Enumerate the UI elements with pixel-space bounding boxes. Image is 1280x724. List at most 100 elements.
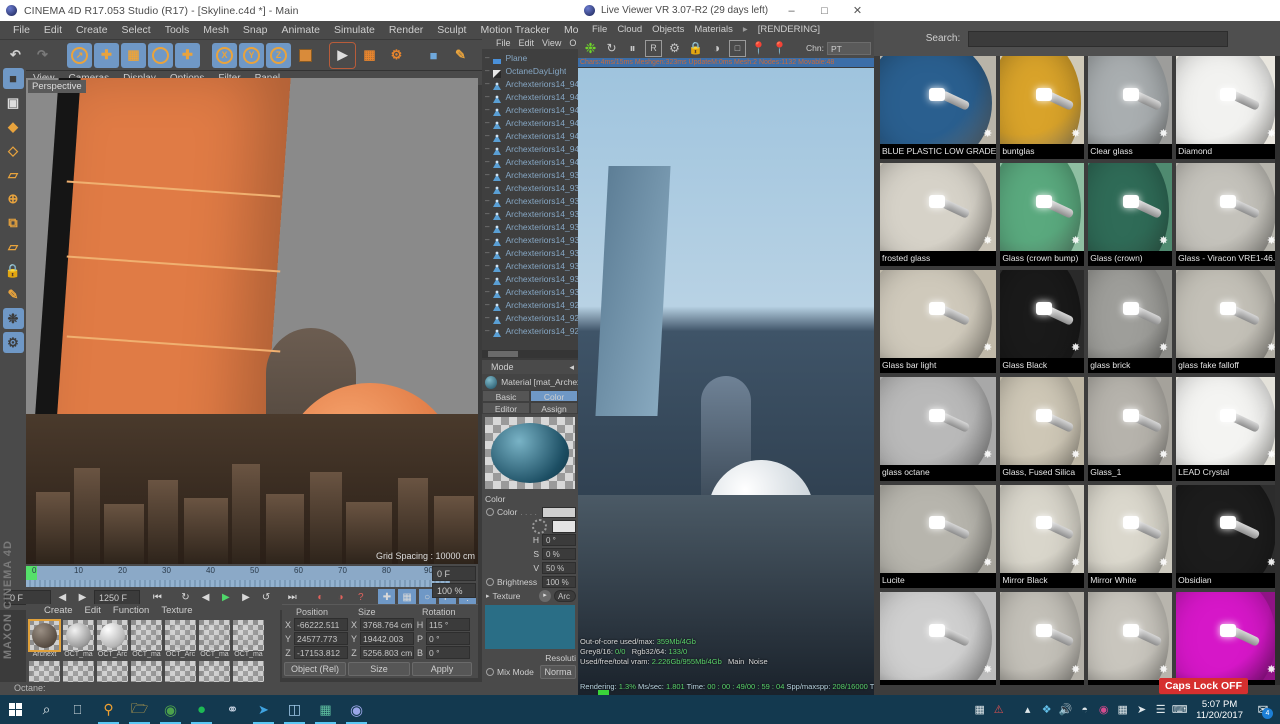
monitor-icon[interactable]: ▦ bbox=[1113, 695, 1132, 724]
tab-assign[interactable]: Assign bbox=[530, 402, 578, 414]
material-swatch[interactable]: OCT_ma bbox=[63, 620, 94, 658]
pause-render-icon[interactable]: ⏸ bbox=[624, 40, 641, 57]
rotate-tool[interactable] bbox=[148, 42, 173, 68]
position-x-field[interactable]: -66222.511 cm bbox=[294, 618, 348, 642]
object-tree-row[interactable]: – Archexteriors14_931 bbox=[482, 272, 578, 285]
menu-render[interactable]: Render bbox=[382, 21, 430, 40]
timeline-frame-readout[interactable]: 0 F bbox=[432, 566, 476, 581]
mode-arrow-icon[interactable]: ◂ bbox=[569, 362, 578, 373]
spline-pen-button[interactable]: ✎ bbox=[448, 42, 473, 68]
brightness-field[interactable]: 100 % bbox=[542, 576, 576, 588]
tree-expander-icon[interactable]: – bbox=[485, 248, 489, 257]
material-browser-item[interactable]: ✸ Glass, Fused Silica bbox=[1000, 377, 1085, 481]
object-manager-scrollbar[interactable] bbox=[482, 350, 578, 358]
render-view-button[interactable]: ▶ bbox=[329, 41, 356, 69]
color-radio-icon[interactable] bbox=[486, 508, 494, 516]
material-browser-item[interactable]: ✸ Glass (crown bump) bbox=[1000, 163, 1085, 267]
value-field[interactable]: 50 % bbox=[542, 562, 576, 574]
move-tool[interactable]: ✚ bbox=[94, 42, 119, 68]
redo-button[interactable]: ↷ bbox=[30, 42, 55, 68]
object-menu-view[interactable]: View bbox=[538, 38, 565, 48]
material-swatch[interactable]: OCT_Arc bbox=[165, 620, 196, 658]
saturation-field[interactable]: 0 % bbox=[542, 548, 576, 560]
render-region-button[interactable]: ▦ bbox=[357, 42, 382, 68]
focus-picker-icon[interactable]: 📍 bbox=[750, 40, 767, 57]
end-frame-field[interactable]: 1250 F bbox=[94, 590, 140, 605]
cube-primitive-button[interactable]: ■ bbox=[421, 42, 446, 68]
tree-expander-icon[interactable]: – bbox=[485, 53, 489, 62]
lv-menu-file[interactable]: File bbox=[587, 24, 612, 35]
material-browser-item[interactable]: ✸ Glass Black bbox=[1000, 270, 1085, 374]
spotify-app-icon[interactable]: ● bbox=[186, 695, 217, 724]
menu-snap[interactable]: Snap bbox=[236, 21, 275, 40]
material-browser-item[interactable]: ✸ LEAD Crystal bbox=[1176, 377, 1280, 481]
menu-tools[interactable]: Tools bbox=[158, 21, 197, 40]
browser-scrollbar[interactable] bbox=[1275, 56, 1280, 685]
live-render-image[interactable]: Out-of-core used/max: 359Mb/4Gb Grey8/16… bbox=[578, 68, 874, 695]
tray-language-icon[interactable]: ▦ bbox=[970, 695, 989, 724]
object-tree-row[interactable]: – Archexteriors14_940 bbox=[482, 155, 578, 168]
menu-animate[interactable]: Animate bbox=[274, 21, 327, 40]
object-tree-row[interactable]: – Archexteriors14_935 bbox=[482, 220, 578, 233]
keyboard-icon[interactable]: ⌨ bbox=[1170, 695, 1189, 724]
close-button[interactable]: ✕ bbox=[841, 0, 874, 21]
maximize-button[interactable]: □ bbox=[808, 0, 841, 21]
tree-expander-icon[interactable]: – bbox=[485, 92, 489, 101]
material-browser-item[interactable]: ✸ Diamond bbox=[1176, 56, 1280, 160]
material-browser-item[interactable]: ✸ Clear glass bbox=[1088, 56, 1173, 160]
object-menu-edit[interactable]: Edit bbox=[515, 38, 539, 48]
hue-field[interactable]: 0 ° bbox=[542, 534, 576, 546]
texture-dropdown-icon[interactable]: ▸ bbox=[539, 590, 551, 602]
object-tree-row[interactable]: – Archexteriors14_933 bbox=[482, 246, 578, 259]
chrome-app-icon[interactable]: ◉ bbox=[155, 695, 186, 724]
object-tree-row[interactable]: – Archexteriors14_930 bbox=[482, 285, 578, 298]
tree-expander-icon[interactable]: – bbox=[485, 144, 489, 153]
timeline-keyframe-strip[interactable] bbox=[26, 580, 450, 587]
color-swatch[interactable] bbox=[542, 506, 576, 518]
material-swatch[interactable]: OCT_Arc bbox=[97, 620, 128, 658]
object-tree-row[interactable]: – Archexteriors14_945 bbox=[482, 90, 578, 103]
settings-gear-icon[interactable]: ⚙ bbox=[666, 40, 683, 57]
minimize-button[interactable]: – bbox=[775, 0, 808, 21]
material-browser-item[interactable]: ✸ Glass (crown) bbox=[1088, 163, 1173, 267]
tree-expander-icon[interactable]: – bbox=[485, 274, 489, 283]
rotation-p-field[interactable]: 0 ° bbox=[426, 632, 470, 645]
object-tree-row[interactable]: – Archexteriors14_943 bbox=[482, 116, 578, 129]
object-tree-row[interactable]: – Archexteriors14_928 bbox=[482, 311, 578, 324]
tree-expander-icon[interactable]: – bbox=[485, 326, 489, 335]
model-mode-icon[interactable]: ■ bbox=[2, 68, 24, 89]
lv-menu-objects[interactable]: Objects bbox=[647, 24, 689, 35]
color-wheel-icon[interactable] bbox=[532, 518, 547, 534]
object-tree-row[interactable]: – Archexteriors14_932 bbox=[482, 259, 578, 272]
material-browser-item[interactable]: ✸ frosted glass bbox=[880, 163, 997, 267]
object-tree-row[interactable]: – Archexteriors14_937 bbox=[482, 194, 578, 207]
tree-expander-icon[interactable]: – bbox=[485, 157, 489, 166]
send-icon[interactable]: ➤ bbox=[1132, 695, 1151, 724]
edges-mode-icon[interactable]: ◇ bbox=[3, 140, 24, 161]
material-menu-texture[interactable]: Texture bbox=[155, 605, 198, 616]
menu-mesh[interactable]: Mesh bbox=[196, 21, 236, 40]
enable-axis-icon[interactable]: ⊕ bbox=[3, 188, 24, 209]
menu-edit[interactable]: Edit bbox=[37, 21, 69, 40]
object-tree-row[interactable]: – Archexteriors14_938 bbox=[482, 181, 578, 194]
octane-settings-icon[interactable]: ⚙ bbox=[2, 332, 24, 353]
size-z-field[interactable]: 5256.803 cm bbox=[360, 646, 414, 659]
texture-mode-icon[interactable]: ▣ bbox=[3, 92, 24, 113]
material-preview-icon[interactable]: ◑ bbox=[708, 40, 725, 57]
material-browser-item[interactable]: ✸ buntglas bbox=[1000, 56, 1085, 160]
tray-expand-icon[interactable]: ▴ bbox=[1018, 695, 1037, 724]
region-render-icon[interactable]: R bbox=[645, 39, 662, 57]
size-mode-select[interactable]: Size bbox=[348, 662, 410, 676]
tree-expander-icon[interactable]: – bbox=[485, 313, 489, 322]
search-input[interactable] bbox=[968, 30, 1229, 47]
object-tree[interactable]: – Plane – OctaneDayLight – Archexteriors14_94… bbox=[482, 49, 578, 337]
menu-file[interactable]: File bbox=[6, 21, 37, 40]
mix-mode-select[interactable]: Norma bbox=[540, 665, 576, 679]
octane-start-icon[interactable]: ❉ bbox=[582, 40, 599, 57]
perspective-viewport[interactable]: Perspective Grid Spacing : 10000 cm bbox=[26, 78, 478, 564]
material-browser-item[interactable]: ✸ Lucite bbox=[880, 484, 997, 588]
cinema4d-app-icon[interactable]: ◉ bbox=[341, 695, 372, 724]
material-swatch[interactable]: OCT_ma bbox=[199, 620, 230, 658]
material-swatch[interactable]: Archext bbox=[28, 619, 61, 658]
material-browser-item[interactable]: ✸ Obsidian bbox=[1176, 484, 1280, 588]
